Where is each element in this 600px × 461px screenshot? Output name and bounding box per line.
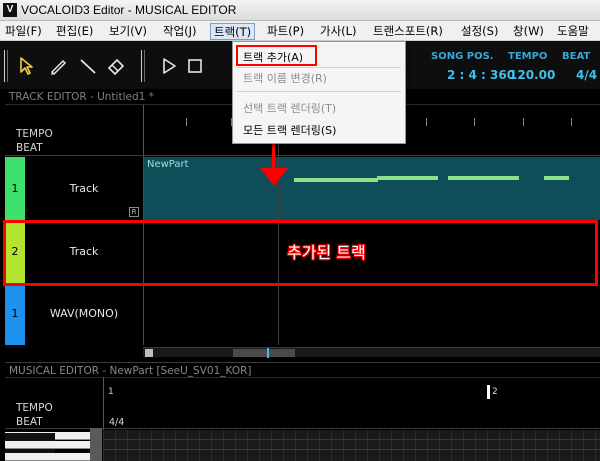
menu-lyrics[interactable]: 가사(L): [317, 23, 360, 40]
musical-editor-title: MUSICAL EDITOR - NewPart [SeeU_SV01_KOR]: [9, 365, 252, 377]
toolbar-grip[interactable]: [4, 50, 8, 82]
scroll-position-marker: [267, 348, 269, 358]
musical-editor-pane: MUSICAL EDITOR - NewPart [SeeU_SV01_KOR]…: [0, 361, 600, 461]
tempo-row-label: TEMPO: [16, 128, 53, 140]
menu-transport[interactable]: 트랜스포트(R): [370, 23, 446, 40]
track-1-number: 1: [11, 182, 19, 195]
tempo-label: TEMPO: [508, 51, 548, 62]
vocaloid-window: V VOCALOID3 Editor - MUSICAL EDITOR 파일(F…: [0, 0, 600, 461]
menu-part[interactable]: 파트(P): [264, 23, 307, 40]
menu-view[interactable]: 보기(V): [106, 23, 150, 40]
piano-roll-grid[interactable]: [103, 430, 600, 461]
musical-beat-value: 4/4: [109, 417, 125, 428]
piano-key[interactable]: [5, 453, 90, 461]
title-bar: V VOCALOID3 Editor - MUSICAL EDITOR: [0, 0, 600, 21]
note-bar[interactable]: [544, 176, 569, 180]
pointer-icon[interactable]: [16, 55, 38, 77]
scroll-left-arrow[interactable]: [145, 349, 153, 357]
musical-ruler-divider: [103, 377, 104, 433]
window-title: VOCALOID3 Editor - MUSICAL EDITOR: [21, 3, 237, 17]
ruler-tick: [426, 118, 427, 126]
musical-tempo-label: TEMPO: [16, 402, 53, 414]
annotation-arrow-head: [260, 168, 288, 186]
menu-item-render-selected[interactable]: 선택 트랙 렌더링(T): [243, 100, 336, 116]
menu-separator: [237, 67, 401, 68]
ruler-bottom-rule: [5, 155, 600, 156]
measure-1-label: 1: [108, 387, 114, 397]
beat-row-label: BEAT: [16, 142, 43, 154]
stop-icon[interactable]: [184, 55, 206, 77]
menu-job[interactable]: 작업(J): [160, 23, 200, 40]
track-1-name[interactable]: Track: [25, 182, 143, 195]
ruler-divider: [143, 105, 144, 157]
song-pos-value: 2 : 4 : 360: [447, 68, 516, 82]
beat-label: BEAT: [562, 51, 591, 62]
pencil-icon[interactable]: [47, 55, 69, 77]
menu-window[interactable]: 창(W): [510, 23, 547, 40]
wav-track-timeline[interactable]: [143, 283, 600, 345]
track-1-timeline[interactable]: NewPart: [143, 157, 600, 220]
track-row-wav[interactable]: 1 WAV(MONO): [5, 283, 600, 345]
note-bar[interactable]: [448, 176, 519, 180]
wav-track-name[interactable]: WAV(MONO): [25, 307, 143, 320]
ruler-tick: [571, 118, 572, 126]
track-row-1[interactable]: 1 Track R NewPart: [5, 157, 600, 220]
musical-beat-label: BEAT: [16, 416, 43, 428]
note-bar[interactable]: [377, 176, 438, 180]
tempo-value: 120.00: [509, 68, 556, 82]
ruler-tick: [186, 118, 187, 126]
render-badge[interactable]: R: [129, 207, 139, 217]
measure-2-label: 2: [492, 387, 498, 397]
menu-help[interactable]: 도움말: [554, 23, 592, 40]
piano-key[interactable]: [5, 433, 55, 441]
menu-item-rename-track[interactable]: 트랙 이름 변경(R): [243, 70, 327, 86]
menu-track[interactable]: 트랙(T): [210, 23, 256, 40]
piano-vscroll[interactable]: [90, 428, 102, 461]
menu-settings[interactable]: 설정(S): [458, 23, 501, 40]
musical-editor-top-rule: [5, 362, 600, 363]
part-block[interactable]: NewPart: [144, 157, 600, 220]
menu-edit[interactable]: 편집(E): [53, 23, 96, 40]
track-h-scrollbar[interactable]: [143, 347, 600, 358]
track-editor-title: TRACK EDITOR - Untitled1 *: [9, 91, 154, 103]
wav-track-number: 1: [11, 307, 19, 320]
scroll-thumb[interactable]: [233, 349, 295, 357]
note-bar[interactable]: [294, 178, 378, 182]
toolbar-grip-2[interactable]: [141, 50, 145, 82]
musical-editor-title-rule: [5, 377, 600, 378]
menu-separator: [237, 91, 401, 92]
menu-item-render-all[interactable]: 모든 트랙 렌더링(S): [243, 122, 336, 138]
ruler-tick: [523, 118, 524, 126]
eraser-icon[interactable]: [105, 55, 127, 77]
menu-bar: 파일(F) 편집(E) 보기(V) 작업(J) 트랙(T) 파트(P) 가사(L…: [0, 21, 600, 41]
play-icon[interactable]: [158, 55, 180, 77]
track-menu-dropdown: 트랙 추가(A) 트랙 이름 변경(R) 선택 트랙 렌더링(T) 모든 트랙 …: [232, 41, 406, 144]
musical-playhead[interactable]: [487, 385, 490, 399]
line-icon[interactable]: [77, 55, 99, 77]
piano-key[interactable]: [5, 441, 90, 449]
ruler-tick: [474, 118, 475, 126]
part-name: NewPart: [147, 159, 189, 170]
beat-value: 4/4: [576, 68, 598, 82]
app-icon: V: [3, 3, 17, 17]
menu-item-add-track[interactable]: 트랙 추가(A): [243, 49, 303, 65]
added-track-annotation: 추가된 트랙: [287, 243, 366, 262]
song-pos-label: SONG POS.: [431, 51, 494, 62]
menu-file[interactable]: 파일(F): [2, 23, 45, 40]
